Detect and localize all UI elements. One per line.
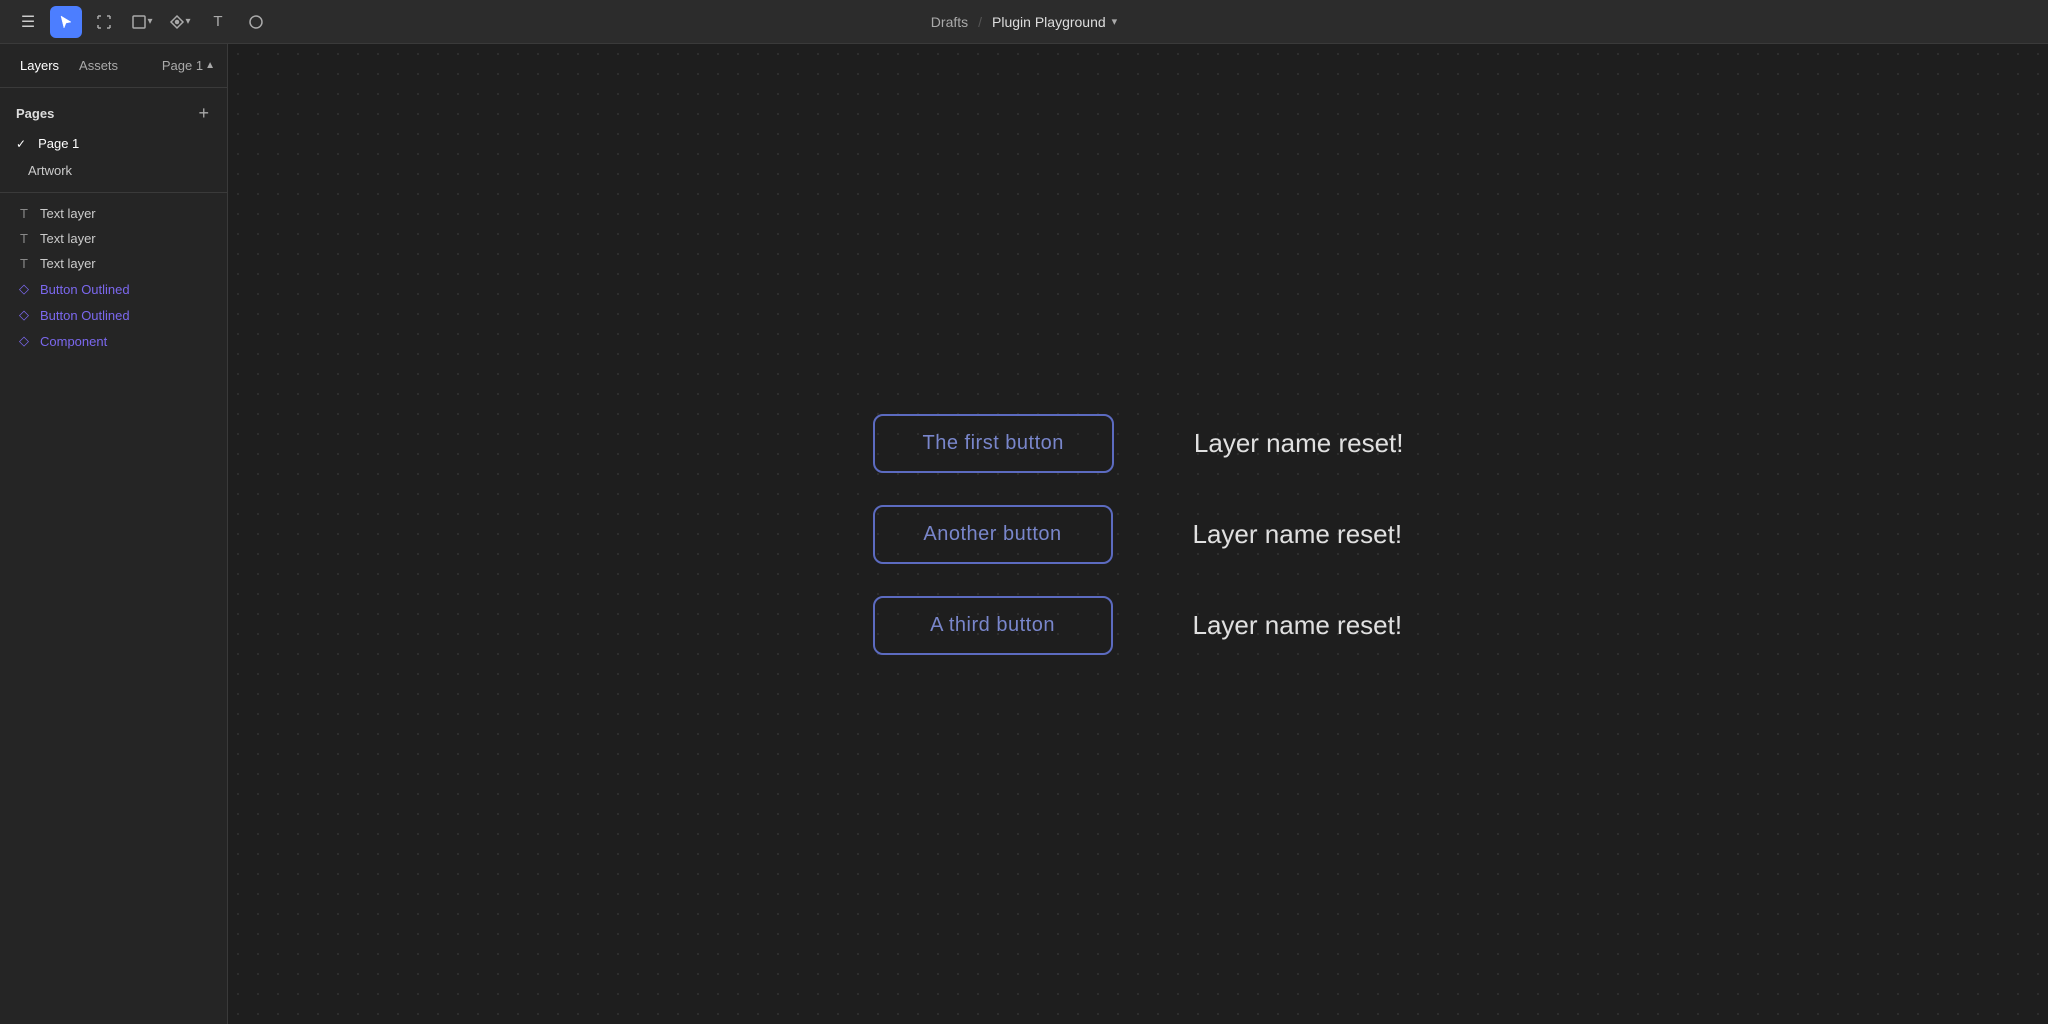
select-tool[interactable] <box>50 6 82 38</box>
add-page-button[interactable]: + <box>196 104 211 122</box>
page-item-label: Page 1 <box>38 136 79 151</box>
canvas-content: The first button Layer name reset! Anoth… <box>873 414 1404 655</box>
list-item[interactable]: ◇ Component <box>0 328 227 354</box>
list-item[interactable]: T Text layer <box>0 201 227 226</box>
canvas-row-3: A third button Layer name reset! <box>873 596 1403 655</box>
page-item-artwork[interactable]: Artwork <box>0 157 227 184</box>
second-button-status: Layer name reset! <box>1193 519 1403 550</box>
layer-label: Text layer <box>40 206 96 221</box>
sidebar: Layers Assets Page 1 ▲ Pages + ✓ Page 1 … <box>0 44 228 1024</box>
third-button-status: Layer name reset! <box>1193 610 1403 641</box>
pages-section-header: Pages + <box>0 96 227 130</box>
main-area: Layers Assets Page 1 ▲ Pages + ✓ Page 1 … <box>0 44 2048 1024</box>
layer-label: Text layer <box>40 256 96 271</box>
component-icon: ◇ <box>16 281 32 297</box>
breadcrumb-separator: / <box>978 14 982 30</box>
layer-label: Button Outlined <box>40 282 130 297</box>
list-item[interactable]: ◇ Button Outlined <box>0 302 227 328</box>
layer-label: Button Outlined <box>40 308 130 323</box>
canvas: The first button Layer name reset! Anoth… <box>228 44 2048 1024</box>
page-item-label: Artwork <box>28 163 72 178</box>
breadcrumb: Drafts / Plugin Playground ▾ <box>931 14 1117 30</box>
component-icon: ◇ <box>16 307 32 323</box>
page-indicator: Page 1 ▲ <box>162 58 215 73</box>
toolbar-tools: ☰ ▾ ▾ T <box>12 6 272 38</box>
breadcrumb-drafts: Drafts <box>931 14 968 30</box>
canvas-row-2: Another button Layer name reset! <box>873 505 1403 564</box>
first-button-status: Layer name reset! <box>1194 428 1404 459</box>
list-item[interactable]: T Text layer <box>0 226 227 251</box>
list-item[interactable]: ◇ Button Outlined <box>0 276 227 302</box>
page-active-check: ✓ <box>16 137 26 151</box>
layer-label: Text layer <box>40 231 96 246</box>
toolbar: ☰ ▾ ▾ T <box>0 0 2048 44</box>
list-item[interactable]: T Text layer <box>0 251 227 276</box>
sidebar-divider <box>0 192 227 193</box>
project-chevron[interactable]: ▾ <box>1112 15 1118 28</box>
tab-assets[interactable]: Assets <box>71 54 126 77</box>
pen-tool[interactable]: ▾ <box>164 6 196 38</box>
pages-section-label: Pages <box>16 106 54 121</box>
third-button[interactable]: A third button <box>873 596 1113 655</box>
layer-label: Component <box>40 334 107 349</box>
component-icon: ◇ <box>16 333 32 349</box>
text-layer-icon: T <box>16 231 32 246</box>
second-button[interactable]: Another button <box>873 505 1113 564</box>
frame-tool[interactable] <box>88 6 120 38</box>
text-tool[interactable]: T <box>202 6 234 38</box>
page-indicator-chevron[interactable]: ▲ <box>205 60 215 71</box>
text-layer-icon: T <box>16 206 32 221</box>
shape-tool[interactable]: ▾ <box>126 6 158 38</box>
tab-layers[interactable]: Layers <box>12 54 67 77</box>
sidebar-content: Pages + ✓ Page 1 Artwork T Text layer T … <box>0 88 227 1024</box>
project-name: Plugin Playground <box>992 14 1106 30</box>
first-button[interactable]: The first button <box>873 414 1114 473</box>
text-layer-icon: T <box>16 256 32 271</box>
canvas-row-1: The first button Layer name reset! <box>873 414 1404 473</box>
page-item-page1[interactable]: ✓ Page 1 <box>0 130 227 157</box>
sidebar-tab-bar: Layers Assets Page 1 ▲ <box>0 44 227 88</box>
comment-tool[interactable] <box>240 6 272 38</box>
menu-icon[interactable]: ☰ <box>12 6 44 38</box>
